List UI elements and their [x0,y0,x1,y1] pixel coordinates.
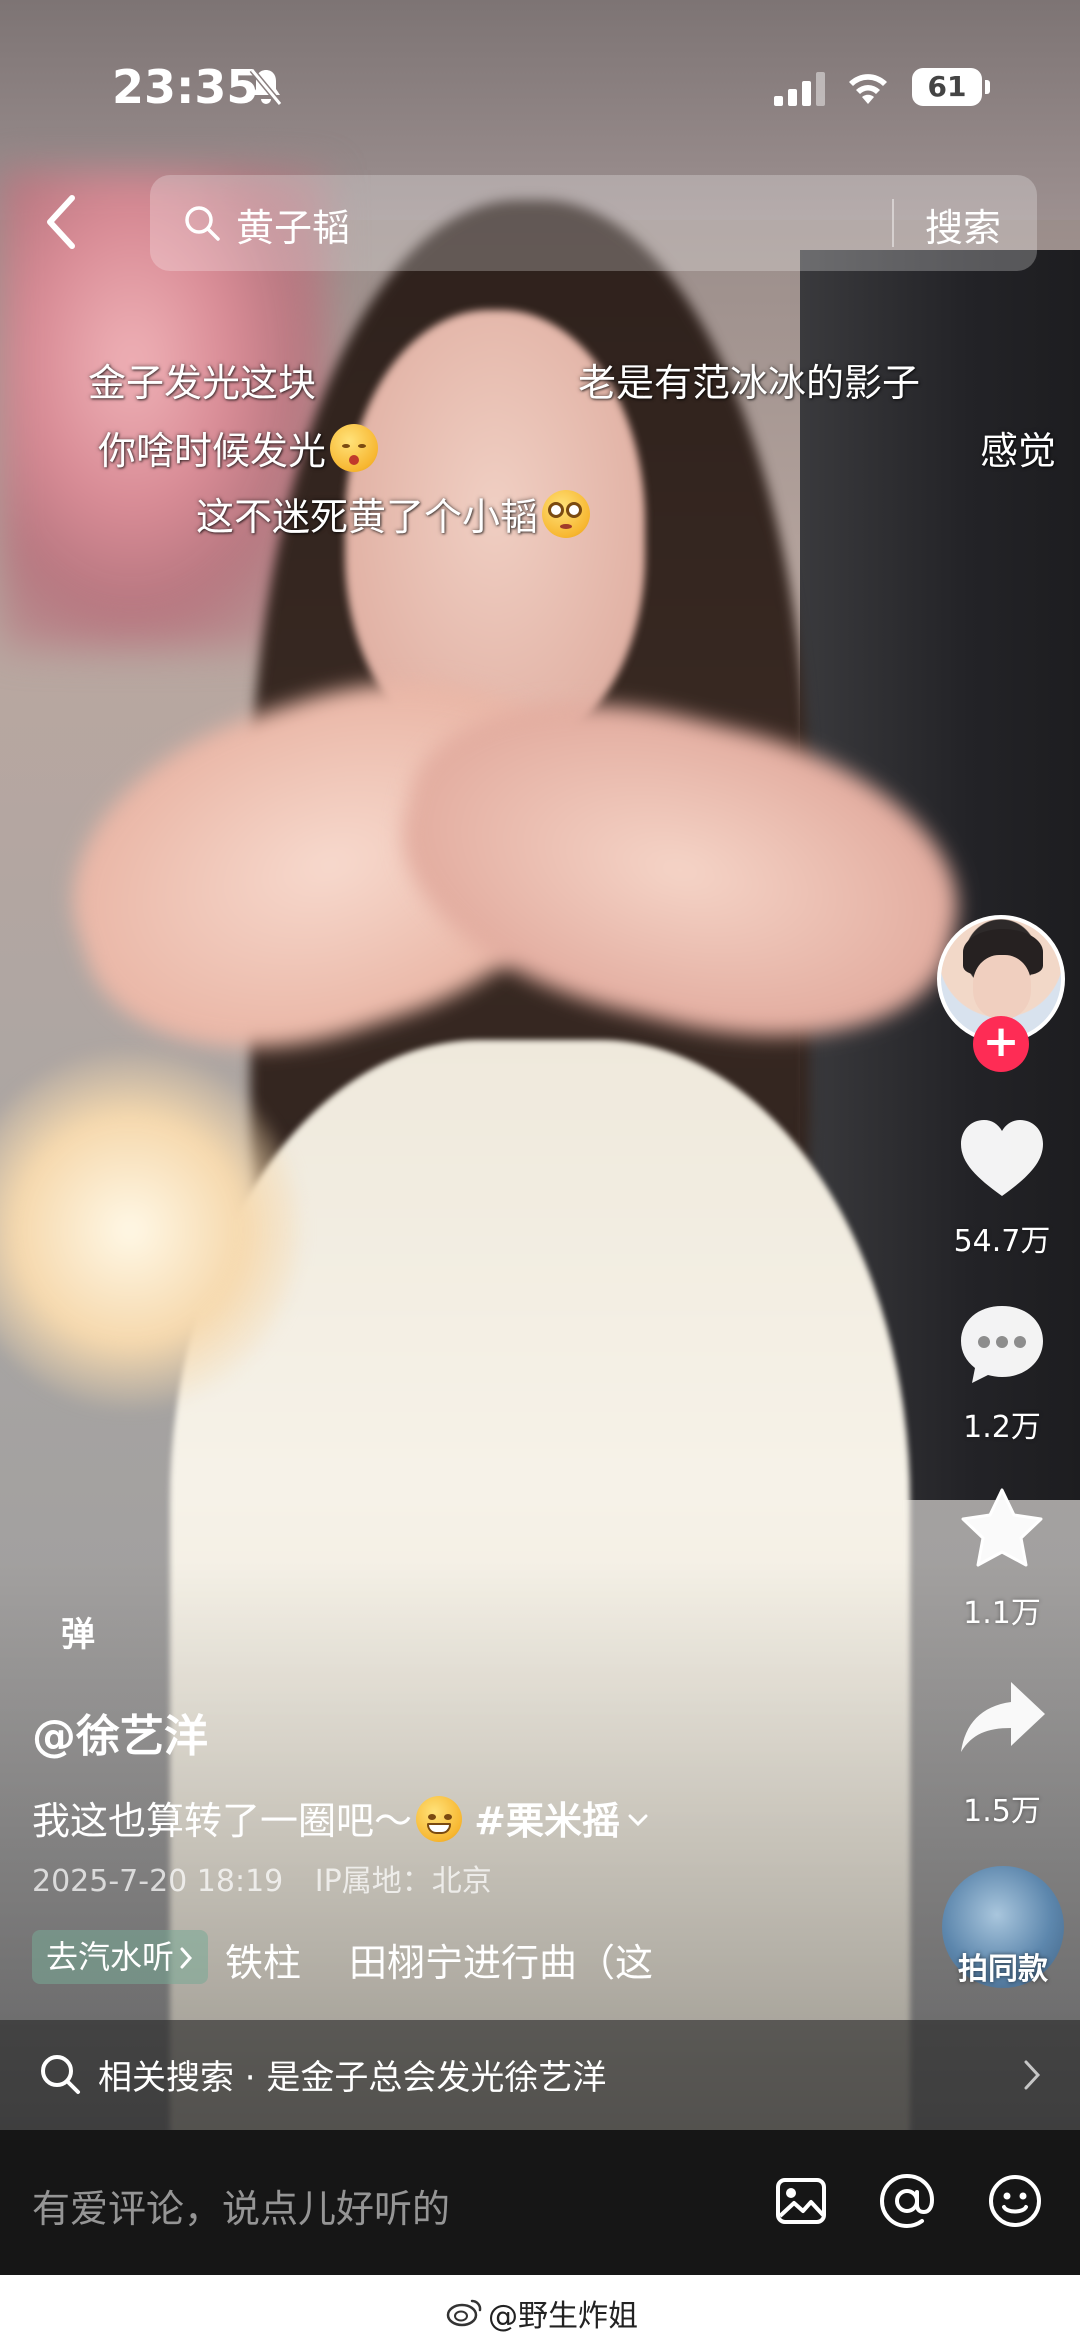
weibo-logo-icon [446,2299,482,2327]
share-count: 1.5万 [963,1794,1041,1829]
status-time: 23:35 [112,60,259,114]
danmaku-text: 你啥时候发光 [98,429,327,473]
chevron-down-icon[interactable] [624,1806,652,1834]
avatar-face [973,955,1031,1019]
bell-muted-icon [249,68,283,106]
comment-count: 1.2万 [963,1410,1041,1445]
search-input[interactable]: 黄子韬 [236,197,350,252]
danmaku-text: 老是有范冰冰的影子 [578,361,921,405]
watermark-footer: @野生炸姐 [0,2275,1080,2348]
heart-icon[interactable] [955,1112,1049,1206]
danmaku-toggle-button[interactable]: 弹 [36,1600,120,1670]
search-bar[interactable]: 黄子韬 搜索 [150,175,1037,271]
hashtag-link[interactable]: #栗米摇 [474,1799,620,1843]
search-icon [185,206,220,241]
search-divider [892,199,894,247]
author-name[interactable]: @徐艺洋 [32,1700,208,1764]
post-ip: IP属地：北京 [314,1864,492,1899]
comment-input[interactable]: 有爱评论，说点儿好听的 [32,2178,450,2233]
music-title: 铁柱 [225,1941,302,1985]
chip-label: 去汽水听 [46,1938,175,1976]
kissing-face-emoji-icon [330,424,379,472]
comment-bubble-icon[interactable] [955,1298,1049,1392]
music-title-2: 田栩宁进行曲（这 [349,1941,654,1985]
danmaku-comment[interactable]: 金子发光这块 [88,352,316,407]
grinning-face-emoji-icon [416,1796,463,1842]
search-button[interactable]: 搜索 [925,197,1001,252]
image-icon[interactable] [770,2170,832,2232]
related-search-bar[interactable]: 相关搜索 · 是金子总会发光徐艺洋 [0,2020,1080,2130]
watermark-text: @野生炸姐 [488,2299,638,2334]
smiley-icon[interactable] [984,2170,1046,2232]
back-arrow-icon[interactable] [40,192,84,252]
danmaku-comment[interactable]: 这不迷死黄了个小韬 [196,486,591,541]
related-search-text: 相关搜索 · 是金子总会发光徐艺洋 [98,2058,607,2098]
danmaku-text: 感觉 [980,429,1057,473]
danmaku-comment[interactable]: 感觉 [980,420,1056,475]
post-meta: 2025-7-20 18:19 IP属地：北京 [32,1856,514,1900]
chevron-right-icon [1024,2060,1041,2090]
description-text: 我这也算转了一圈吧～ [32,1799,413,1843]
comment-bar: 有爱评论，说点儿好听的 [0,2130,1080,2275]
battery-indicator: 61 [912,68,990,106]
danmaku-comment[interactable]: 老是有范冰冰的影子 [578,352,920,407]
danmaku-text: 这不迷死黄了个小韬 [196,495,539,539]
post-date: 2025-7-20 18:19 [32,1864,284,1899]
search-icon [41,2055,80,2094]
same-style-label[interactable]: 拍同款 [942,1944,1064,1988]
danmaku-comment[interactable]: 你啥时候发光 [98,420,379,475]
at-sign-icon[interactable] [876,2170,938,2232]
video-description[interactable]: 我这也算转了一圈吧～ #栗米摇 [32,1790,652,1845]
flushed-face-emoji-icon [542,490,591,538]
follow-button[interactable]: + [973,1016,1029,1072]
cellular-signal-icon [774,72,825,106]
favorite-count: 1.1万 [963,1596,1041,1631]
wifi-icon [849,74,887,104]
status-bar: 23:35 61 [0,0,1080,170]
chevron-right-icon [180,1947,193,1969]
share-arrow-icon[interactable] [955,1672,1049,1766]
like-count: 54.7万 [953,1224,1051,1259]
music-marquee[interactable]: 铁柱 田栩宁进行曲（这 [225,1932,657,1987]
danmaku-text: 金子发光这块 [88,361,317,405]
listen-on-qishui-chip[interactable]: 去汽水听 [32,1930,209,1984]
star-icon[interactable] [955,1484,1049,1578]
